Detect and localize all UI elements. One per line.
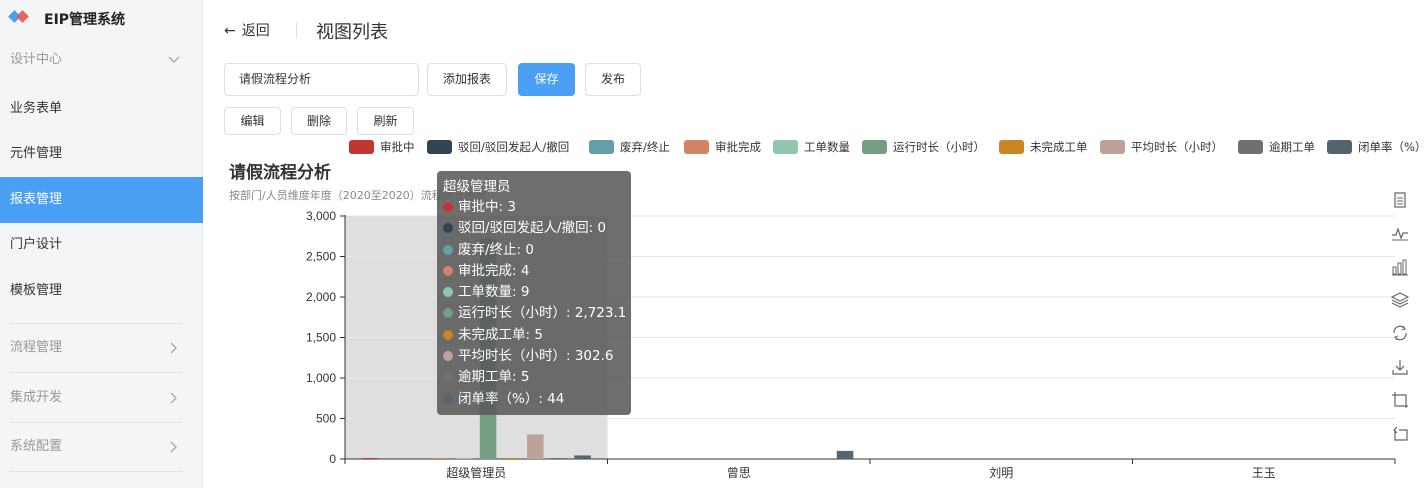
tooltip-text: 驳回/驳回发起人/撤回: 0 bbox=[458, 220, 607, 237]
tooltip-text: 逾期工单: 5 bbox=[458, 369, 530, 386]
y-tick-label: 1,500 bbox=[306, 331, 336, 345]
zoom-icon[interactable] bbox=[1391, 391, 1409, 409]
bar bbox=[503, 458, 520, 459]
bar-chart-icon[interactable] bbox=[1391, 258, 1409, 276]
y-tick-label: 0 bbox=[329, 452, 336, 466]
x-tick-label: 超级管理员 bbox=[446, 465, 506, 480]
zoom-reset-icon[interactable] bbox=[1391, 424, 1409, 442]
tooltip-row: 废弃/终止: 0 bbox=[443, 240, 625, 261]
tooltip-dot bbox=[443, 351, 453, 362]
tooltip-dot bbox=[443, 329, 453, 340]
chart-tooltip: 超级管理员 审批中: 3 驳回/驳回发起人/撤回: 0 废弃/终止: 0 审批完成: … bbox=[437, 171, 631, 415]
tooltip-dot bbox=[443, 372, 453, 383]
y-tick-label: 2,500 bbox=[306, 250, 336, 264]
line-chart-icon[interactable] bbox=[1391, 224, 1409, 242]
tooltip-text: 闭单率（%）: 44 bbox=[458, 390, 565, 407]
tooltip-row: 审批中: 3 bbox=[443, 197, 625, 218]
y-tick-label: 500 bbox=[316, 412, 336, 426]
tooltip-dot bbox=[443, 308, 453, 319]
x-tick-label: 曾思 bbox=[727, 466, 751, 480]
bar bbox=[361, 458, 379, 459]
tooltip-row: 未完成工单: 5 bbox=[443, 325, 625, 346]
tooltip-text: 废弃/终止: 0 bbox=[458, 241, 534, 258]
tooltip-dot bbox=[443, 202, 453, 212]
tooltip-title: 超级管理员 bbox=[443, 179, 511, 195]
bar bbox=[456, 458, 473, 459]
tooltip-text: 运行时长（小时）: 2,723.1 bbox=[458, 305, 627, 322]
tooltip-row: 驳回/驳回发起人/撤回: 0 bbox=[443, 218, 625, 239]
tooltip-row: 审批完成: 4 bbox=[443, 261, 625, 282]
tooltip-dot bbox=[443, 223, 453, 234]
bar bbox=[836, 450, 854, 459]
y-tick-label: 1,000 bbox=[306, 371, 336, 385]
tooltip-text: 审批中: 3 bbox=[458, 199, 516, 215]
tooltip-dot bbox=[443, 244, 453, 255]
tooltip-dot bbox=[443, 287, 453, 298]
tooltip-dot bbox=[443, 393, 453, 404]
tooltip-row: 平均时长（小时）: 302.6 bbox=[443, 346, 625, 367]
download-icon[interactable] bbox=[1391, 358, 1409, 376]
x-tick-label: 王玉 bbox=[1252, 466, 1276, 480]
tooltip-text: 未完成工单: 5 bbox=[458, 326, 543, 343]
data-view-icon[interactable] bbox=[1391, 191, 1409, 209]
stack-icon[interactable] bbox=[1391, 291, 1409, 309]
bar bbox=[550, 458, 568, 459]
y-tick-label: 2,000 bbox=[306, 290, 336, 304]
tooltip-text: 平均时长（小时）: 302.6 bbox=[458, 348, 614, 365]
tooltip-text: 审批完成: 4 bbox=[458, 262, 530, 279]
y-tick-label: 3,000 bbox=[306, 209, 336, 223]
bar-chart: 0 500 1,000 1,500 2,000 2,500 3,000 超级管理员 曾思 刘明 王玉 bbox=[306, 209, 1396, 480]
tooltip-row: 闭单率（%）: 44 bbox=[443, 389, 625, 410]
tooltip-dot bbox=[443, 265, 453, 276]
x-tick-label: 刘明 bbox=[989, 466, 1013, 480]
restore-icon[interactable] bbox=[1391, 324, 1409, 342]
tooltip-row: 工单数量: 9 bbox=[443, 282, 625, 303]
tooltip-text: 工单数量: 9 bbox=[458, 284, 530, 301]
tooltip-row: 逾期工单: 5 bbox=[443, 367, 625, 388]
bar bbox=[432, 458, 450, 459]
bar bbox=[527, 434, 544, 459]
tooltip-row: 运行时长（小时）: 2,723.1 bbox=[443, 303, 627, 324]
bar bbox=[574, 455, 591, 459]
